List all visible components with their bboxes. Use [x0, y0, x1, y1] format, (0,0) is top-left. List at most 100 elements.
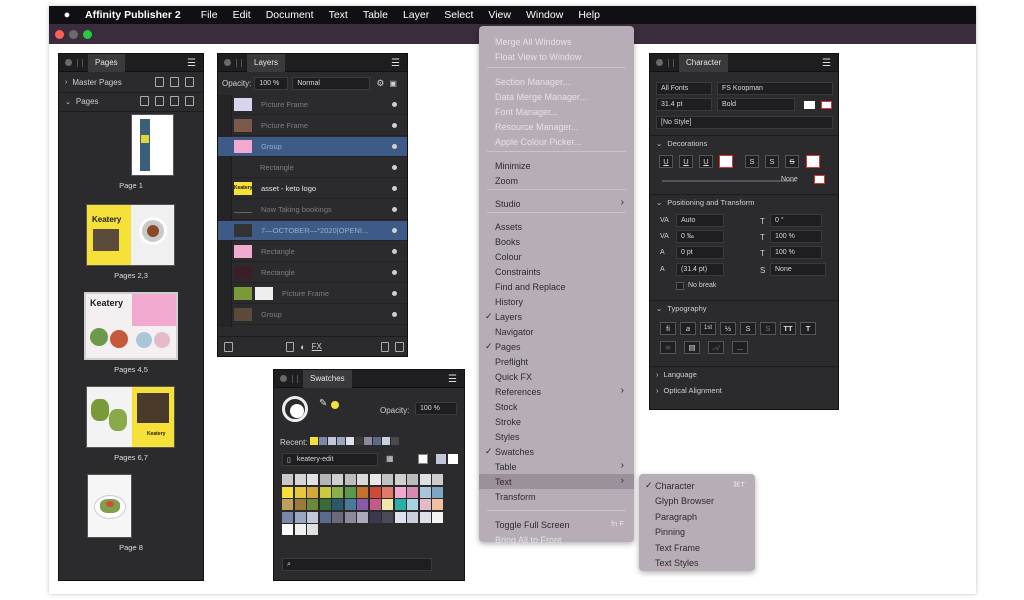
color-swatch[interactable] [407, 499, 418, 510]
shear-field[interactable]: None [770, 263, 826, 276]
view-menu-item-assets[interactable]: Assets [495, 219, 522, 234]
menu-help[interactable]: Help [578, 9, 600, 21]
color-swatch[interactable] [332, 486, 343, 498]
color-swatch[interactable] [307, 524, 318, 535]
superscript-button[interactable]: S [740, 322, 756, 335]
view-menu-item-table[interactable]: Table [495, 459, 517, 474]
color-swatch[interactable] [432, 499, 443, 510]
duplicate-page-icon[interactable] [170, 95, 179, 106]
color-swatch[interactable] [282, 486, 293, 498]
layers-options-icon[interactable] [224, 341, 233, 352]
panel-menu-icon[interactable]: ☰ [391, 58, 400, 69]
view-menu-item-history[interactable]: History [495, 294, 523, 309]
layer-row[interactable]: Now Taking bookings [232, 200, 407, 220]
color-swatch[interactable] [357, 499, 368, 510]
view-menu-item-quick-fx[interactable]: Quick FX [495, 369, 532, 384]
view-menu-item-studio[interactable]: Studio [495, 196, 521, 211]
none-swatch-icon[interactable] [418, 454, 428, 464]
menu-document[interactable]: Document [266, 9, 314, 21]
text-submenu-item-character[interactable]: Character [655, 478, 695, 493]
color-swatch[interactable] [394, 474, 406, 485]
color-swatch[interactable] [344, 499, 356, 510]
lock-icon[interactable]: ▣ [389, 79, 397, 88]
panel-grip-icon[interactable] [292, 374, 298, 383]
menu-edit[interactable]: Edit [233, 9, 251, 21]
text-submenu-item-text-frame[interactable]: Text Frame [655, 540, 700, 555]
visibility-dot-icon[interactable] [392, 102, 397, 107]
delete-master-icon[interactable] [185, 76, 194, 87]
color-swatch[interactable] [319, 474, 331, 485]
panel-menu-icon[interactable]: ☰ [187, 58, 196, 69]
color-swatch[interactable] [282, 511, 293, 523]
color-swatch[interactable] [294, 524, 306, 535]
swatch-opacity-field[interactable]: 100 % [415, 402, 457, 415]
visibility-dot-icon[interactable] [392, 144, 397, 149]
color-swatch[interactable] [369, 474, 381, 485]
underline-custom-button[interactable]: U [699, 155, 713, 168]
color-swatch[interactable] [307, 474, 318, 485]
recent-swatch[interactable] [382, 437, 390, 445]
visibility-dot-icon[interactable] [392, 291, 397, 296]
delete-layer-icon[interactable] [395, 341, 404, 352]
master-pages-row[interactable]: › Master Pages [59, 73, 203, 93]
panel-close-icon[interactable] [65, 59, 72, 66]
chevron-right-icon[interactable]: › [65, 79, 67, 86]
visibility-dot-icon[interactable] [392, 312, 397, 317]
add-layer-icon[interactable] [380, 341, 390, 352]
recent-swatch[interactable] [373, 437, 381, 445]
color-swatch[interactable] [307, 511, 318, 523]
menu-file[interactable]: File [201, 9, 218, 21]
color-swatch[interactable] [307, 486, 318, 498]
color-swatch[interactable] [432, 474, 443, 485]
visibility-dot-icon[interactable] [392, 228, 397, 233]
ligatures-button[interactable]: fi [660, 322, 676, 335]
language-section-header[interactable]: › Language [650, 366, 838, 382]
color-swatch[interactable] [332, 474, 343, 485]
eyedropper-icon[interactable]: ✎ [319, 398, 327, 409]
visibility-dot-icon[interactable] [392, 123, 397, 128]
recent-swatch[interactable] [355, 437, 363, 445]
view-menu-item-swatches[interactable]: Swatches [495, 444, 534, 459]
window-zoom-button[interactable] [83, 30, 92, 39]
optical-alignment-section-header[interactable]: › Optical Alignment [650, 382, 838, 398]
pages-6-7-thumbnail[interactable]: Keatery [86, 386, 175, 448]
color-swatch[interactable] [294, 499, 306, 510]
glyph-variants-icon[interactable]: ▤ [684, 341, 700, 354]
panel-close-icon[interactable] [280, 375, 287, 382]
underline-button[interactable]: U [659, 155, 673, 168]
text-submenu-item-pinning[interactable]: Pinning [655, 525, 685, 540]
view-menu-item-stroke[interactable]: Stroke [495, 414, 521, 429]
layer-row[interactable]: Rectangle [232, 158, 407, 178]
kerning-field[interactable]: Auto [676, 214, 724, 227]
window-close-button[interactable] [55, 30, 64, 39]
recent-swatch[interactable] [364, 437, 372, 445]
strikethrough-button[interactable]: S [745, 155, 759, 168]
view-menu-item-constraints[interactable]: Constraints [495, 264, 541, 279]
strikethrough-custom-button[interactable]: S [785, 155, 799, 168]
double-strikethrough-button[interactable]: S [765, 155, 779, 168]
recent-swatch[interactable] [346, 437, 354, 445]
view-menu-item-toggle-full-screen[interactable]: Toggle Full Screen [495, 517, 570, 532]
color-swatch[interactable] [382, 499, 393, 510]
color-swatch[interactable] [382, 511, 393, 523]
blend-mode-select[interactable]: Normal [292, 76, 371, 90]
menu-view[interactable]: View [488, 9, 511, 21]
tracking-field[interactable]: 0 ‰ [676, 230, 724, 243]
visibility-dot-icon[interactable] [392, 186, 397, 191]
recent-swatch[interactable] [391, 437, 399, 445]
stylistic-set-icon[interactable]: ≋ [660, 341, 676, 354]
view-menu-item-bring-all-to-front[interactable]: Bring All to Front [495, 532, 562, 547]
layer-row[interactable]: Rectangle [232, 263, 407, 283]
color-swatch[interactable] [294, 486, 306, 498]
global-swatch-icon[interactable] [436, 454, 446, 464]
font-weight-select[interactable]: Bold [717, 98, 795, 111]
menu-text[interactable]: Text [329, 9, 348, 21]
color-swatch[interactable] [419, 511, 431, 523]
decoration-color-none[interactable] [814, 175, 825, 184]
apple-icon[interactable]: ● [61, 9, 73, 21]
tab-swatches[interactable]: Swatches [303, 370, 352, 388]
text-submenu-item-glyph-browser[interactable]: Glyph Browser [655, 494, 714, 509]
fill-color-well[interactable] [290, 404, 304, 418]
color-swatch[interactable] [357, 486, 368, 498]
view-menu-item-apple-colour-picker[interactable]: Apple Colour Picker... [495, 134, 582, 149]
